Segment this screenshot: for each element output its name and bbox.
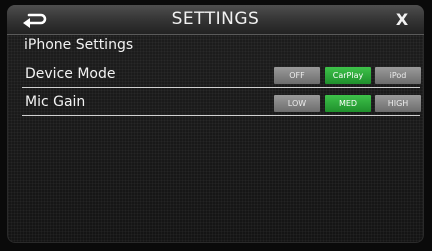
settings-screen: SETTINGS X iPhone Settings Device Mode O… [7,5,424,243]
section-title: iPhone Settings [24,37,134,53]
device-mode-label: Device Mode [25,66,116,82]
device-mode-row: Device Mode OFF CarPlay iPod [22,65,421,88]
mic-gain-low-button[interactable]: LOW [274,95,320,112]
page-title: SETTINGS [171,9,260,29]
mic-gain-row: Mic Gain LOW MED HIGH [22,93,421,116]
mic-gain-high-button[interactable]: HIGH [375,95,421,112]
mic-gain-label: Mic Gain [25,94,86,110]
header-bar: SETTINGS X [7,5,424,35]
close-button[interactable]: X [392,5,412,34]
device-mode-ipod-button[interactable]: iPod [375,67,421,84]
device-mode-off-button[interactable]: OFF [274,67,320,84]
device-mode-carplay-button[interactable]: CarPlay [325,67,371,84]
mic-gain-med-button[interactable]: MED [325,95,371,112]
